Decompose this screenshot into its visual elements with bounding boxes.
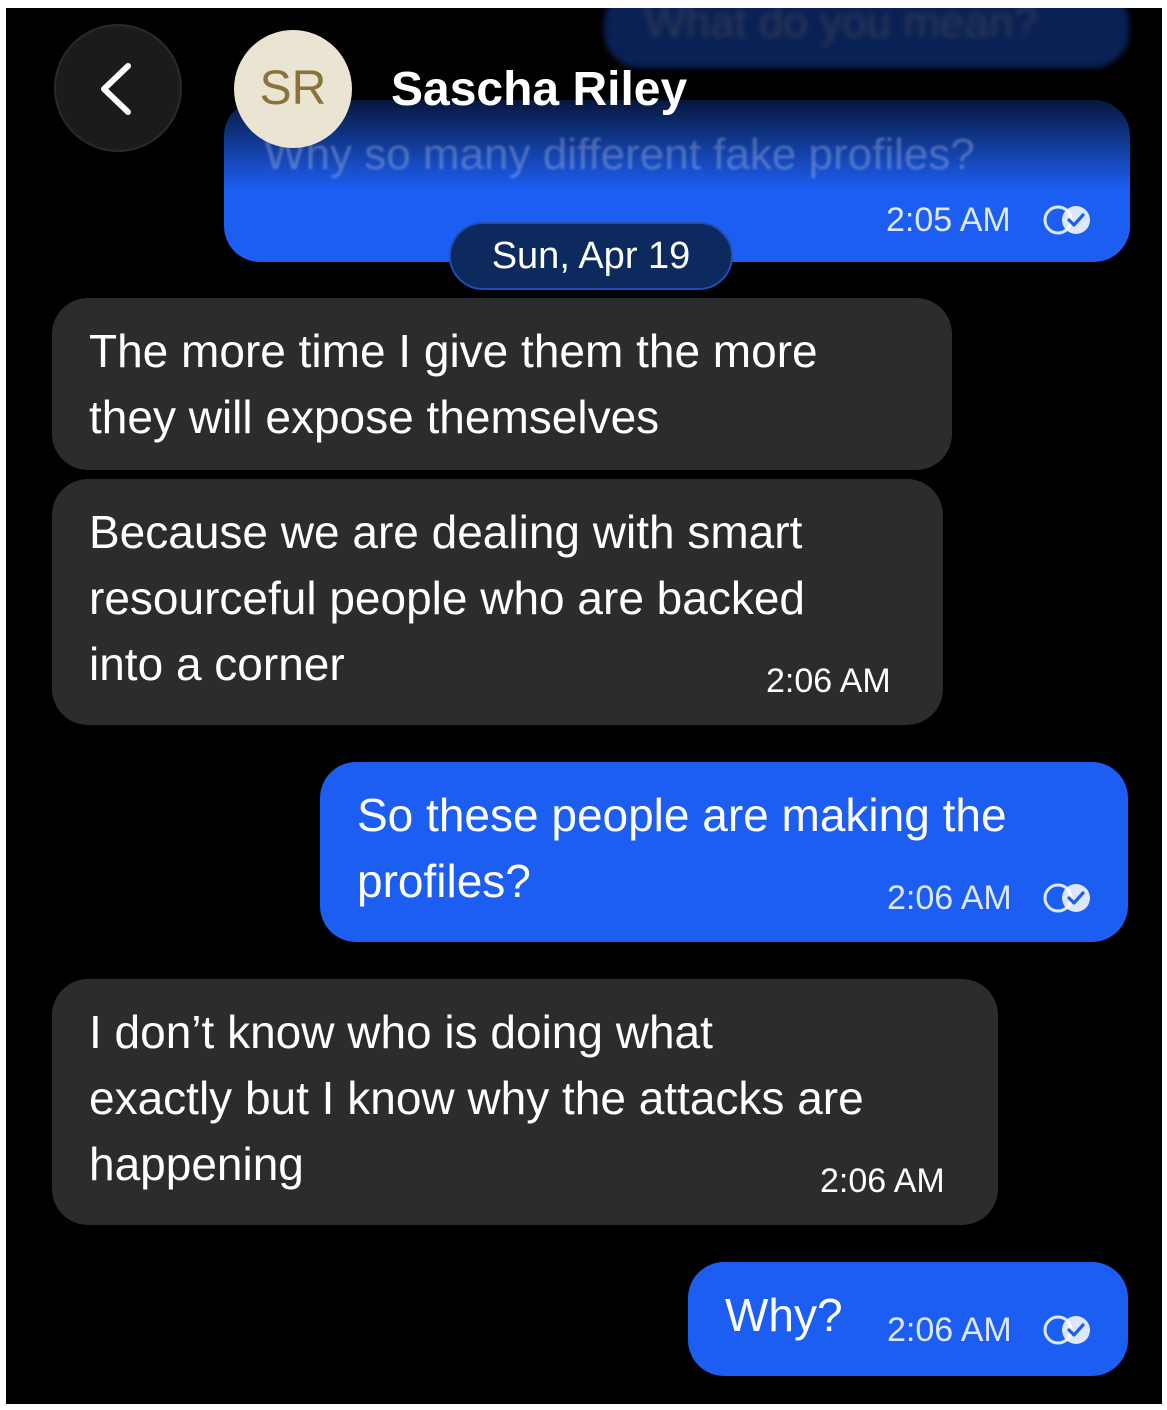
message-time: 2:06 AM — [820, 1162, 945, 1200]
read-receipt-icon — [1043, 1315, 1090, 1345]
message-text-line: Because we are dealing with smart — [89, 506, 803, 558]
message-bubble-incoming[interactable]: I don’t know who is doing what exactly b… — [52, 979, 998, 1225]
message-time: 2:06 AM — [766, 662, 891, 700]
message-bubble-incoming[interactable]: Because we are dealing with smart resour… — [52, 479, 943, 725]
message-text-line: So these people are making the — [357, 789, 1007, 841]
message-text: Why so many different fake profiles? — [264, 130, 975, 179]
read-receipt-icon — [1043, 205, 1090, 235]
message-time: 2:06 AM — [887, 879, 1012, 917]
message-time: 2:06 AM — [887, 1311, 1012, 1349]
date-separator: Sun, Apr 19 — [449, 222, 733, 290]
message-text-line: they will expose themselves — [89, 391, 660, 443]
back-button[interactable] — [54, 24, 182, 152]
read-receipt-icon — [1043, 883, 1090, 913]
chevron-left-icon — [101, 63, 131, 115]
message-bubble-outgoing[interactable]: Why? 2:06 AM — [688, 1262, 1128, 1376]
message-text-line: The more time I give them the more — [89, 325, 818, 377]
avatar[interactable]: SR — [234, 30, 352, 148]
message-text: What do you mean? — [644, 8, 1038, 47]
message-time: 2:05 AM — [886, 201, 1011, 239]
message-text-line: exactly but I know why the attacks are — [89, 1072, 864, 1124]
chat-screen: What do you mean? Why so many different … — [6, 8, 1162, 1404]
contact-name[interactable]: Sascha Riley — [391, 60, 687, 120]
message-bubble-partial[interactable]: What do you mean? — [604, 8, 1129, 68]
message-text-line: resourceful people who are backed — [89, 572, 806, 624]
message-bubble-incoming[interactable]: The more time I give them the more they … — [52, 298, 952, 470]
message-bubble-outgoing[interactable]: So these people are making the profiles?… — [320, 762, 1128, 942]
message-text-line: I don’t know who is doing what — [89, 1006, 713, 1058]
